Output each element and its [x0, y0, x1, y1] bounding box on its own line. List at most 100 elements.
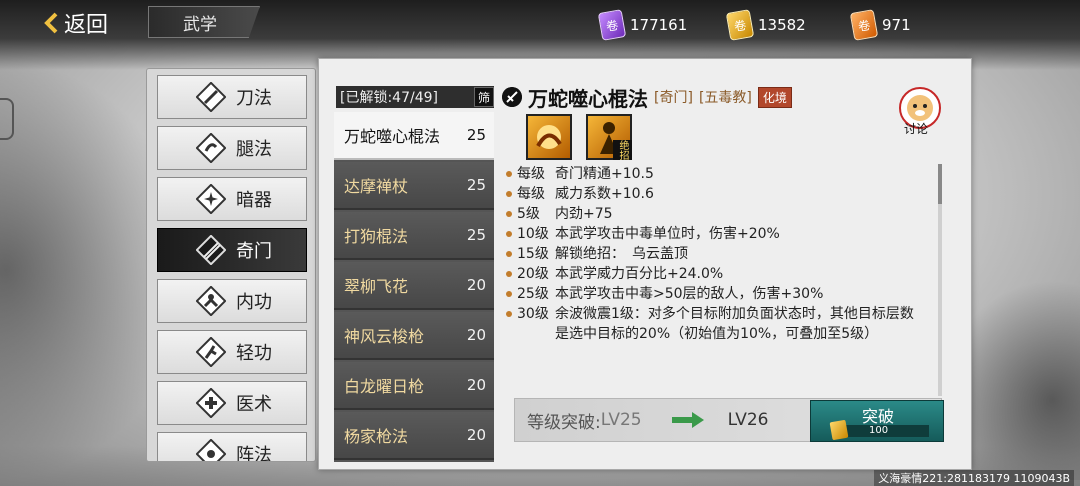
- category-hidden-weapon[interactable]: 暗器: [157, 177, 307, 221]
- staff-type-icon: [502, 87, 522, 107]
- bullet-icon: [506, 231, 512, 237]
- category-label: 医术: [236, 394, 272, 415]
- skill-name: 达摩禅杖: [344, 177, 409, 196]
- effect-level: 5级: [517, 206, 540, 222]
- skill-item[interactable]: 白龙曜日枪 20: [334, 362, 494, 410]
- currency-gold[interactable]: 卷 13582: [725, 9, 806, 41]
- unlock-count: [已解锁:47/49]: [340, 90, 438, 106]
- purple-ticket-icon: 卷: [597, 9, 627, 41]
- gold-ticket-icon: [829, 419, 849, 441]
- effect-row: 10级 本武学攻击中毒单位时，伤害+20%: [506, 224, 926, 244]
- skill-title: 万蛇噬心棍法: [528, 86, 648, 111]
- skill-item[interactable]: 打狗棍法 25: [334, 212, 494, 260]
- staff-icon: [196, 235, 226, 265]
- orange-ticket-icon: 卷: [849, 9, 879, 41]
- unlock-header: [已解锁:47/49] 筛: [336, 86, 494, 108]
- side-handle[interactable]: [0, 98, 14, 140]
- medicine-cross-icon: [196, 388, 226, 418]
- currency-gold-value: 13582: [758, 16, 806, 34]
- effect-row: 20级 本武学威力百分比+24.0%: [506, 264, 926, 284]
- server-footer: 义海豪情221:281183179 1109043B: [874, 470, 1074, 486]
- effect-row: 15级 解锁绝招： 乌云盖顶: [506, 244, 926, 264]
- effect-level: 每级: [517, 186, 545, 202]
- category-label: 奇门: [236, 241, 272, 262]
- blade-icon: [196, 82, 226, 112]
- skill-level: 20: [466, 276, 486, 294]
- bullet-icon: [506, 291, 512, 297]
- category-label: 暗器: [236, 190, 272, 211]
- bullet-icon: [506, 211, 512, 217]
- skill-item[interactable]: 达摩禅杖 25: [334, 162, 494, 210]
- skill-sect-tag: [五毒教]: [698, 90, 752, 106]
- category-blade[interactable]: 刀法: [157, 75, 307, 119]
- category-inner-art[interactable]: 内功: [157, 279, 307, 323]
- skill-item[interactable]: 翠柳飞花 20: [334, 262, 494, 310]
- bullet-icon: [506, 191, 512, 197]
- skill-name: 白龙曜日枪: [344, 377, 425, 396]
- category-kick[interactable]: 腿法: [157, 126, 307, 170]
- effect-level: 30级: [517, 306, 549, 322]
- skill-name: 杨家枪法: [344, 427, 409, 446]
- skill-name: 打狗棍法: [344, 227, 409, 246]
- snake-strike-icon: [536, 125, 562, 149]
- effect-desc: 本武学威力百分比+24.0%: [555, 266, 724, 282]
- formation-icon: [196, 439, 226, 461]
- currency-purple-value: 177161: [630, 16, 688, 34]
- breakthrough-from-level: LV25: [600, 410, 642, 430]
- chevron-left-icon: [44, 12, 58, 34]
- category-medicine[interactable]: 医术: [157, 381, 307, 425]
- arrow-right-icon: [671, 412, 704, 428]
- effects-list[interactable]: 每级 奇门精通+10.5 每级 威力系数+10.6 5级 内劲+75 10级 本武学攻击…: [506, 164, 926, 344]
- effects-scrollbar[interactable]: [938, 164, 942, 204]
- currency-purple[interactable]: 卷 177161: [597, 9, 688, 41]
- skill-title-row: 万蛇噬心棍法 [奇门] [五毒教] 化境: [502, 84, 792, 111]
- category-label: 腿法: [236, 139, 272, 160]
- running-icon: [196, 337, 226, 367]
- skill-list[interactable]: 万蛇噬心棍法 25 达摩禅杖 25 打狗棍法 25 翠柳飞花 20 神风云梭枪 …: [334, 112, 494, 462]
- effect-level: 20级: [517, 266, 549, 282]
- effect-desc: 奇门精通+10.5: [555, 166, 654, 182]
- effect-desc: 本武学攻击中毒单位时，伤害+20%: [555, 226, 780, 242]
- skill-type-tag: [奇门]: [654, 90, 693, 106]
- move-icon-ultimate[interactable]: 绝招: [586, 114, 632, 160]
- kick-icon: [196, 133, 226, 163]
- effect-desc: 余波微震1级：对多个目标附加负面状态时，其他目标层数是选中目标的20%（初始值为…: [555, 306, 914, 342]
- category-lightness[interactable]: 轻功: [157, 330, 307, 374]
- currency-orange[interactable]: 卷 971: [849, 9, 911, 41]
- category-formation[interactable]: 阵法: [157, 432, 307, 461]
- filter-button[interactable]: 筛: [474, 87, 494, 107]
- category-label: 刀法: [236, 88, 272, 109]
- effect-level: 每级: [517, 166, 545, 182]
- effect-level: 25级: [517, 286, 549, 302]
- effect-desc: 威力系数+10.6: [555, 186, 654, 202]
- breakthrough-to-level: LV26: [727, 410, 769, 430]
- skill-level: 20: [466, 376, 486, 394]
- shuriken-icon: [196, 184, 226, 214]
- skill-level: 25: [466, 126, 486, 144]
- skill-level: 20: [466, 326, 486, 344]
- effect-row: 每级 奇门精通+10.5: [506, 164, 926, 184]
- category-qimen[interactable]: 奇门: [157, 228, 307, 272]
- gold-ticket-icon: 卷: [725, 9, 755, 41]
- bullet-icon: [506, 271, 512, 277]
- bullet-icon: [506, 251, 512, 257]
- bullet-icon: [506, 311, 512, 317]
- back-button[interactable]: 返回: [44, 4, 144, 42]
- skill-item[interactable]: 神风云梭枪 20: [334, 312, 494, 360]
- skill-level: 20: [466, 426, 486, 444]
- breakthrough-button[interactable]: 突破 100: [810, 400, 944, 442]
- category-list[interactable]: 刀法 腿法 暗器 奇门 内功 轻功 医术 阵法: [146, 68, 316, 462]
- effect-row: 30级 余波微震1级：对多个目标附加负面状态时，其他目标层数是选中目标的20%（初…: [506, 304, 926, 344]
- effect-row: 25级 本武学攻击中毒>50层的敌人，伤害+30%: [506, 284, 926, 304]
- skill-item[interactable]: 杨家枪法 20: [334, 412, 494, 460]
- breakthrough-label: 等级突破:: [527, 412, 601, 433]
- effect-level: 15级: [517, 246, 549, 262]
- skill-name: 神风云梭枪: [344, 327, 425, 346]
- skill-item-selected[interactable]: 万蛇噬心棍法 25: [334, 112, 494, 160]
- move-icon-attack[interactable]: [526, 114, 572, 160]
- currency-orange-value: 971: [882, 16, 911, 34]
- effect-desc: 本武学攻击中毒>50层的敌人，伤害+30%: [555, 286, 824, 302]
- realm-badge: 化境: [757, 86, 792, 108]
- category-label: 内功: [236, 292, 272, 313]
- discuss-label[interactable]: 讨论: [904, 120, 928, 137]
